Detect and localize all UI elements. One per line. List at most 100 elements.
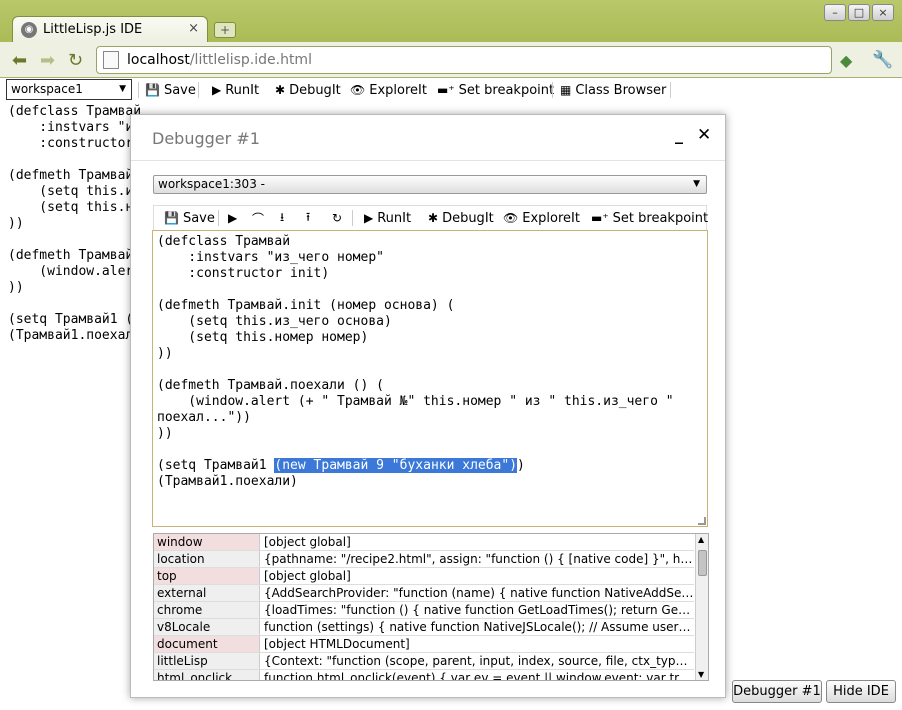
new-tab-button[interactable]: + xyxy=(214,22,236,38)
variable-value: {loadTimes: "function () { native functi… xyxy=(264,603,694,617)
run-label: RunIt xyxy=(225,82,260,98)
back-arrow-icon[interactable]: ⬅ xyxy=(12,50,27,71)
variable-value: [object global] xyxy=(264,569,351,583)
variable-name: location xyxy=(154,551,260,567)
scroll-down-icon[interactable]: ▼ xyxy=(698,670,704,679)
explore-label: ExploreIt xyxy=(369,82,427,98)
set-breakpoint-button[interactable]: ▬⁺ Set breakpoint xyxy=(591,209,708,227)
explore-button[interactable]: 👁 ExploreIt xyxy=(350,81,427,99)
table-row[interactable]: top [object global] xyxy=(154,568,694,585)
table-row[interactable]: littleLisp {Context: "function (scope, pa… xyxy=(154,653,694,670)
divider xyxy=(218,210,219,226)
breakpoint-icon: ▬⁺ xyxy=(591,211,609,225)
save-label: Save xyxy=(163,82,196,98)
dropdown-arrow-icon: ▼ xyxy=(693,179,700,189)
run-button[interactable]: ▶ RunIt xyxy=(212,81,259,99)
variable-name: window xyxy=(154,534,260,550)
resize-grip-icon[interactable] xyxy=(698,517,706,525)
run-button[interactable]: ▶ RunIt xyxy=(364,209,411,227)
variable-name: littleLisp xyxy=(154,653,260,669)
forward-arrow-icon[interactable]: ➡ xyxy=(40,50,55,71)
variable-value: function (settings) { native function Na… xyxy=(264,620,694,634)
floppy-disk-icon: 💾 xyxy=(164,211,179,225)
table-row[interactable]: document [object HTMLDocument] xyxy=(154,636,694,653)
close-icon[interactable]: ✕ xyxy=(697,125,711,145)
step-out-button[interactable]: ⭱ xyxy=(306,209,314,227)
play-icon: ▶ xyxy=(228,211,238,225)
scroll-up-icon[interactable]: ▲ xyxy=(698,535,704,544)
debug-label: DebugIt xyxy=(289,82,341,98)
debug-label: DebugIt xyxy=(442,210,494,226)
table-row[interactable]: html_onclick function html_onclick(event)… xyxy=(154,670,694,680)
divider xyxy=(138,82,139,98)
variable-name: v8Locale xyxy=(154,619,260,635)
class-browser-button[interactable]: ▦ Class Browser xyxy=(560,81,666,99)
table-row[interactable]: external {AddSearchProvider: "function (n… xyxy=(154,585,694,602)
globe-icon: ◉ xyxy=(21,21,37,38)
extension-icon[interactable]: ◆ xyxy=(840,51,852,70)
wrench-icon[interactable]: 🔧 xyxy=(872,50,893,70)
table-row[interactable]: chrome {loadTimes: "function () { native … xyxy=(154,602,694,619)
variable-name: top xyxy=(154,568,260,584)
scrollbar-thumb[interactable] xyxy=(698,550,707,576)
divider xyxy=(670,82,671,98)
table-row[interactable]: v8Locale function (settings) { native fun… xyxy=(154,619,694,636)
variable-value: {Context: "function (scope, parent, inpu… xyxy=(264,654,694,668)
bug-icon: ✱ xyxy=(275,83,286,97)
step-over-button[interactable]: ⌒ xyxy=(252,209,268,227)
divider xyxy=(131,160,725,161)
dialog-title: Debugger #1 xyxy=(152,129,260,148)
debug-button[interactable]: ✱ DebugIt xyxy=(428,209,494,227)
eye-icon: 👁 xyxy=(503,211,519,225)
restart-button[interactable]: ↻ xyxy=(332,209,346,227)
workspace-editor[interactable]: (defclass Трамвай :instvars "и :construc… xyxy=(8,104,141,344)
run-label: RunIt xyxy=(377,210,412,226)
ide-toolbar: workspace1 ▼ 💾 Save ▶ RunIt ✱ DebugIt 👁 Expl… xyxy=(0,78,902,102)
url-path: /littlelisp.ide.html xyxy=(189,52,312,68)
explore-label: ExploreIt xyxy=(522,210,580,226)
save-button[interactable]: 💾 Save xyxy=(145,81,196,99)
variable-name: document xyxy=(154,636,260,652)
save-button[interactable]: 💾 Save xyxy=(164,209,215,227)
address-bar[interactable]: localhost/littlelisp.ide.html xyxy=(96,46,832,74)
variable-name: html_onclick xyxy=(154,670,260,680)
class-browser-icon: ▦ xyxy=(560,83,572,97)
debugger-tab-button[interactable]: Debugger #1 xyxy=(732,680,822,703)
debugger-dialog: Debugger #1 _ ✕ workspace1:303 - ▼ 💾 Save… xyxy=(130,114,726,698)
breakpoint-label: Set breakpoint xyxy=(458,82,555,98)
play-icon: ▶ xyxy=(364,211,374,225)
workspace-value: workspace1 xyxy=(11,82,83,96)
variable-value: [object global] xyxy=(264,535,351,549)
vertical-scrollbar[interactable]: ▲ ▼ xyxy=(695,534,708,680)
explore-button[interactable]: 👁 ExploreIt xyxy=(503,209,580,227)
variable-value: {AddSearchProvider: "function (name) { n… xyxy=(264,586,694,600)
browser-toolbar: ⬅ ➡ ↻ localhost/littlelisp.ide.html ◆ 🔧 xyxy=(0,42,902,78)
set-breakpoint-button[interactable]: ▬⁺ Set breakpoint xyxy=(437,81,554,99)
refresh-icon: ↻ xyxy=(332,211,343,225)
class-browser-label: Class Browser xyxy=(575,82,667,98)
floppy-disk-icon: 💾 xyxy=(145,83,160,97)
step-over-icon: ⌒ xyxy=(252,211,265,226)
reload-icon[interactable]: ↻ xyxy=(68,50,83,71)
code-text: (defclass Трамвай :instvars "из_чего ном… xyxy=(157,234,674,473)
table-row[interactable]: location {pathname: "/recipe2.html", assi… xyxy=(154,551,694,568)
breakpoint-icon: ▬⁺ xyxy=(437,83,455,97)
hide-ide-button[interactable]: Hide IDE xyxy=(826,680,896,703)
page-icon xyxy=(103,51,119,69)
maximize-window-button[interactable]: □ xyxy=(848,4,870,21)
debug-button[interactable]: ✱ DebugIt xyxy=(275,81,341,99)
workspace-select[interactable]: workspace1 ▼ xyxy=(6,79,132,100)
continue-button[interactable]: ▶ xyxy=(228,209,241,227)
stack-frame-select[interactable]: workspace1:303 - ▼ xyxy=(153,175,707,194)
divider xyxy=(352,210,353,226)
table-row[interactable]: window [object global] xyxy=(154,534,694,551)
step-into-button[interactable]: ⭳ xyxy=(280,209,288,227)
browser-tab[interactable]: ◉ LittleLisp.js IDE × xyxy=(12,16,208,42)
minimize-icon[interactable]: _ xyxy=(675,125,683,144)
close-window-button[interactable]: × xyxy=(872,4,894,21)
debugger-code-editor[interactable]: (defclass Трамвай :instvars "из_чего ном… xyxy=(152,230,708,527)
variable-name: chrome xyxy=(154,602,260,618)
minimize-window-button[interactable]: – xyxy=(824,4,846,21)
browser-chrome: ◉ LittleLisp.js IDE × + – □ × ⬅ ➡ ↻ loca… xyxy=(0,0,902,78)
close-tab-icon[interactable]: × xyxy=(188,21,199,36)
